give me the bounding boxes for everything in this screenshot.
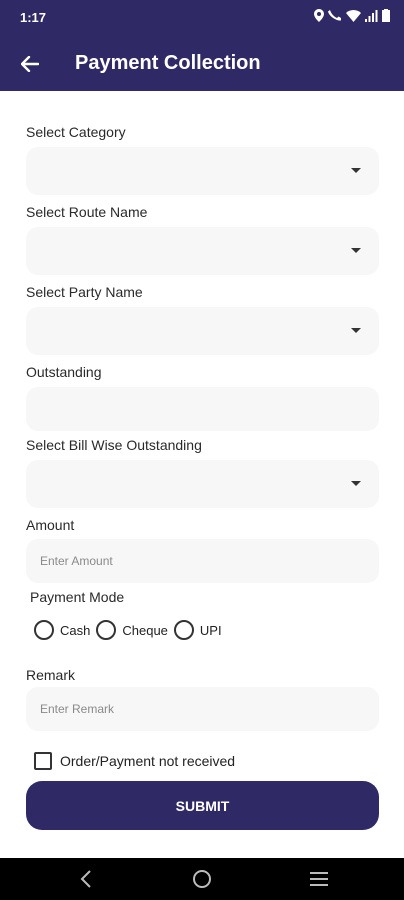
nav-recents-button[interactable] <box>306 866 332 892</box>
remark-field-wrapper <box>26 687 379 731</box>
status-icons <box>314 9 390 22</box>
payment-mode-cheque-label: Cheque <box>122 622 168 638</box>
remark-input[interactable] <box>26 687 379 731</box>
home-circle-icon <box>193 870 211 888</box>
nav-back-button[interactable] <box>73 866 99 892</box>
page-title: Payment Collection <box>75 52 261 74</box>
system-nav-bar <box>0 858 404 900</box>
arrow-left-icon <box>21 56 39 72</box>
wifi-icon <box>346 9 361 22</box>
chevron-down-icon <box>351 248 361 253</box>
back-button[interactable] <box>14 48 46 80</box>
payment-mode-upi[interactable]: UPI <box>173 620 222 640</box>
amount-field-wrapper <box>26 539 379 583</box>
payment-mode-upi-label: UPI <box>199 622 222 638</box>
chevron-down-icon <box>351 481 361 486</box>
amount-label: Amount <box>26 517 75 533</box>
payment-mode-cash[interactable]: Cash <box>34 620 90 640</box>
radio-icon <box>34 620 54 640</box>
status-bar: 1:17 <box>0 0 404 34</box>
submit-button[interactable]: SUBMIT <box>26 781 379 830</box>
category-label: Select Category <box>26 124 126 140</box>
menu-icon <box>310 872 328 886</box>
outstanding-label: Outstanding <box>26 364 102 380</box>
chevron-down-icon <box>351 168 361 173</box>
bill-wise-label: Select Bill Wise Outstanding <box>26 437 202 453</box>
radio-icon <box>96 620 117 640</box>
signal-icon <box>365 9 378 22</box>
route-label: Select Route Name <box>26 204 148 220</box>
battery-icon <box>382 9 390 22</box>
bill-wise-dropdown[interactable] <box>26 460 379 508</box>
party-label: Select Party Name <box>26 284 143 300</box>
chevron-down-icon <box>351 328 361 333</box>
not-received-checkbox[interactable] <box>34 752 52 770</box>
payment-mode-group: Cash Cheque UPI <box>34 620 228 640</box>
party-dropdown[interactable] <box>26 307 379 355</box>
nav-home-button[interactable] <box>189 866 215 892</box>
route-dropdown[interactable] <box>26 227 379 275</box>
category-dropdown[interactable] <box>26 147 379 195</box>
payment-mode-cheque[interactable]: Cheque <box>96 620 168 640</box>
payment-mode-cash-label: Cash <box>60 622 91 638</box>
radio-icon <box>173 620 194 640</box>
not-received-label: Order/Payment not received <box>60 753 236 769</box>
outstanding-field <box>26 387 379 431</box>
remark-label: Remark <box>26 667 76 683</box>
toolbar: Payment Collection <box>0 40 404 88</box>
status-time: 1:17 <box>20 10 47 25</box>
amount-input[interactable] <box>26 539 379 583</box>
app-bar: 1:17 Payment Collection <box>0 0 404 91</box>
chevron-left-icon <box>80 870 91 888</box>
not-received-row[interactable]: Order/Payment not received <box>34 752 235 770</box>
wifi-call-icon <box>328 10 341 21</box>
payment-mode-label: Payment Mode <box>30 589 125 605</box>
location-icon <box>314 9 324 22</box>
